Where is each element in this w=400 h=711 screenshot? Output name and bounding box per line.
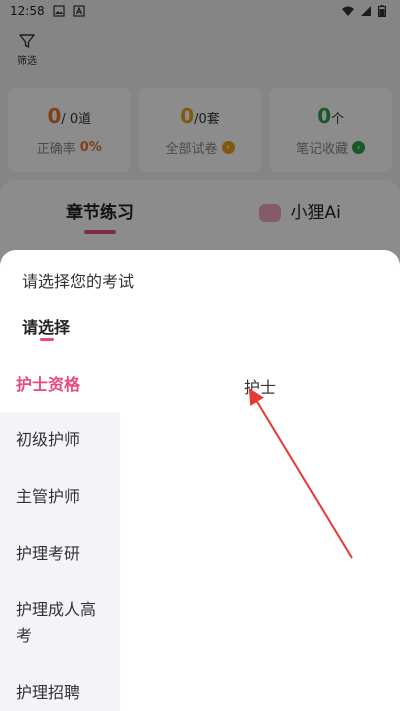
sheet-tab-indicator <box>40 338 54 341</box>
category-item-supervisor-nurse[interactable]: 主管护师 <box>0 484 120 510</box>
category-item-nursing-recruitment[interactable]: 护理招聘 <box>0 680 120 706</box>
sheet-title: 请选择您的考试 <box>22 272 135 291</box>
category-list <box>0 362 120 711</box>
exam-select-sheet: 请选择您的考试 请选择 护士资格 初级护师 主管护师 护理考研 护理成人高考 护… <box>0 250 400 711</box>
category-item-nursing-adult-college[interactable]: 护理成人高考 <box>0 597 120 649</box>
category-item-junior-nurse[interactable]: 初级护师 <box>0 427 120 453</box>
category-item-nurse-qualification[interactable]: 护士资格 <box>0 362 120 412</box>
category-item-nursing-postgrad[interactable]: 护理考研 <box>0 541 120 567</box>
exam-option-nurse[interactable]: 护士 <box>244 374 276 398</box>
sheet-tab-select[interactable]: 请选择 <box>22 314 70 338</box>
